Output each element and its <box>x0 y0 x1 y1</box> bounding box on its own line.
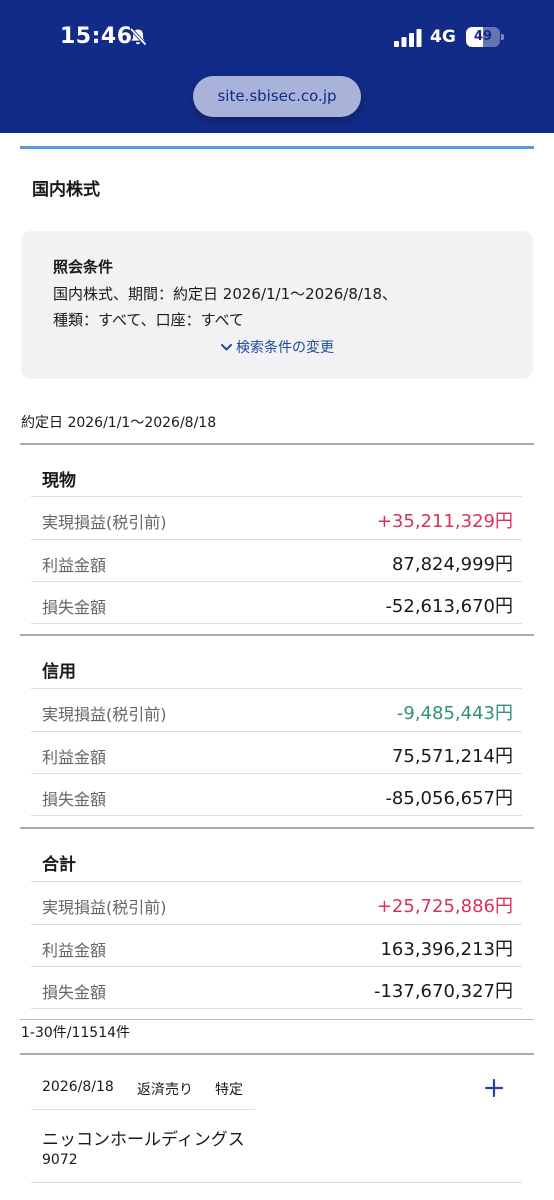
conditions-line-2: 種類：すべて、口座：すべて <box>53 311 244 329</box>
page-title: 国内株式 <box>32 180 100 200</box>
group-divider <box>20 634 534 636</box>
spot-profit-label: 利益金額 <box>42 556 107 575</box>
signal-icon <box>394 29 422 47</box>
network-type: 4G <box>430 27 456 47</box>
header-divider <box>20 146 534 149</box>
status-time: 15:46 <box>60 24 133 49</box>
trade-date: 2026/8/18 <box>42 1079 114 1095</box>
period-label: 約定日 2026/1/1〜2026/8/18 <box>21 415 217 431</box>
row-divider <box>31 1182 522 1183</box>
total-loss-value: -137,670,327円 <box>373 981 513 1002</box>
chevron-down-icon <box>221 344 232 351</box>
spot-realized-value: +35,211,329円 <box>376 511 513 532</box>
list-top-divider <box>20 1053 534 1055</box>
stock-code: 9072 <box>42 1152 78 1168</box>
status-bar: 15:46 4G 49 site.sbisec.co.jp <box>0 0 554 133</box>
total-realized-label: 実現損益(税引前) <box>42 898 167 917</box>
margin-profit-value: 75,571,214円 <box>391 746 513 767</box>
row-divider <box>31 966 522 967</box>
stock-name: ニッコンホールディングス <box>42 1130 245 1150</box>
group-title-margin: 信用 <box>42 662 76 682</box>
spot-profit-value: 87,824,999円 <box>391 554 513 575</box>
change-conditions-label: 検索条件の変更 <box>236 340 334 356</box>
group-title-total: 合計 <box>42 855 76 875</box>
margin-loss-label: 損失金額 <box>42 790 107 809</box>
group-title-spot: 現物 <box>42 471 76 491</box>
spot-realized-label: 実現損益(税引前) <box>42 513 167 532</box>
battery-level: 49 <box>473 29 493 44</box>
row-divider <box>31 539 522 540</box>
address-bar[interactable]: site.sbisec.co.jp <box>193 76 361 117</box>
margin-realized-value: -9,485,443円 <box>396 703 513 724</box>
margin-realized-label: 実現損益(税引前) <box>42 705 167 724</box>
summary-bottom-divider <box>20 1019 534 1020</box>
battery-icon: 49 <box>466 27 504 47</box>
group-divider <box>20 827 534 829</box>
row-divider <box>31 815 522 816</box>
row-divider <box>31 924 522 925</box>
spot-loss-value: -52,613,670円 <box>385 596 513 617</box>
total-profit-value: 163,396,213円 <box>380 939 513 960</box>
row-divider <box>31 496 522 497</box>
trade-type: 返済売り <box>137 1082 193 1098</box>
row-divider <box>31 881 522 882</box>
row-divider <box>31 1109 255 1110</box>
margin-loss-value: -85,056,657円 <box>385 788 513 809</box>
row-divider <box>31 1008 522 1009</box>
total-profit-label: 利益金額 <box>42 941 107 960</box>
account-type: 特定 <box>215 1082 243 1098</box>
margin-profit-label: 利益金額 <box>42 748 107 767</box>
spot-loss-label: 損失金額 <box>42 598 107 617</box>
row-divider <box>31 773 522 774</box>
plus-icon[interactable] <box>484 1078 504 1098</box>
total-loss-label: 損失金額 <box>42 983 107 1002</box>
change-conditions-link[interactable]: 検索条件の変更 <box>21 337 533 357</box>
summary-top-divider <box>20 443 534 445</box>
row-divider <box>31 623 522 624</box>
search-conditions-panel: 照会条件 国内株式、期間：約定日 2026/1/1〜2026/8/18、 種類：… <box>21 231 533 379</box>
bell-slash-icon <box>129 27 147 46</box>
row-divider <box>31 688 522 689</box>
conditions-line-1: 国内株式、期間：約定日 2026/1/1〜2026/8/18、 <box>53 285 398 303</box>
result-count: 1-30件/11514件 <box>21 1025 131 1041</box>
conditions-heading: 照会条件 <box>53 258 114 276</box>
row-divider <box>31 581 522 582</box>
total-realized-value: +25,725,886円 <box>376 896 513 917</box>
row-divider <box>31 731 522 732</box>
